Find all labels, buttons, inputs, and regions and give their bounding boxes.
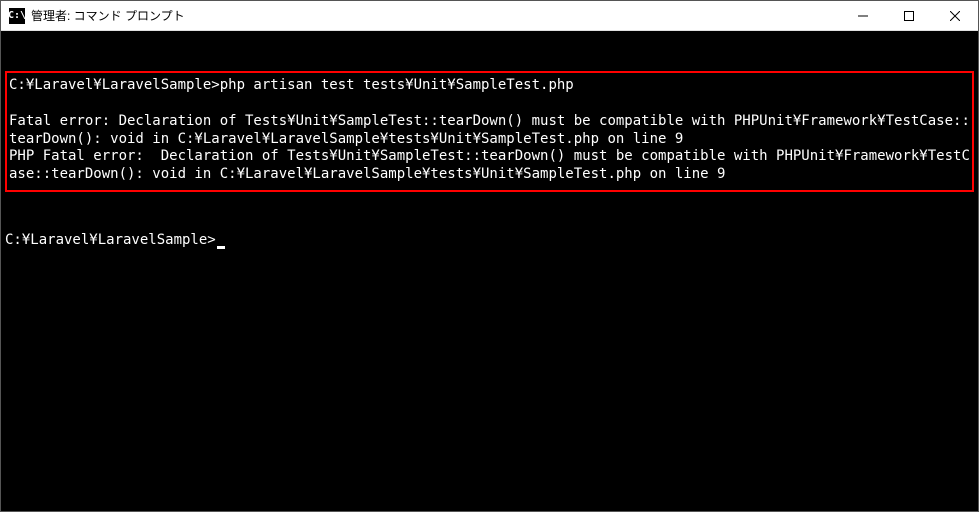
- window-title: 管理者: コマンド プロンプト: [31, 7, 840, 24]
- blank-line: [9, 95, 970, 113]
- command-line: C:¥Laravel¥LaravelSample>php artisan tes…: [9, 77, 970, 95]
- minimize-button[interactable]: [840, 1, 886, 30]
- close-button[interactable]: [932, 1, 978, 30]
- error-line-1: Fatal error: Declaration of Tests¥Unit¥S…: [9, 113, 970, 149]
- cmd-icon: C:\: [9, 8, 25, 24]
- prompt-line: C:¥Laravel¥LaravelSample>: [3, 232, 976, 250]
- maximize-button[interactable]: [886, 1, 932, 30]
- terminal-output[interactable]: C:¥Laravel¥LaravelSample>php artisan tes…: [1, 31, 978, 511]
- prompt-text: C:¥Laravel¥LaravelSample>: [5, 232, 216, 248]
- highlighted-region: C:¥Laravel¥LaravelSample>php artisan tes…: [5, 71, 974, 192]
- cursor: [217, 246, 225, 249]
- titlebar[interactable]: C:\ 管理者: コマンド プロンプト: [1, 1, 978, 31]
- error-line-2: PHP Fatal error: Declaration of Tests¥Un…: [9, 148, 970, 184]
- window-controls: [840, 1, 978, 30]
- command-prompt-window: C:\ 管理者: コマンド プロンプト C:¥Laravel¥LaravelSa…: [0, 0, 979, 512]
